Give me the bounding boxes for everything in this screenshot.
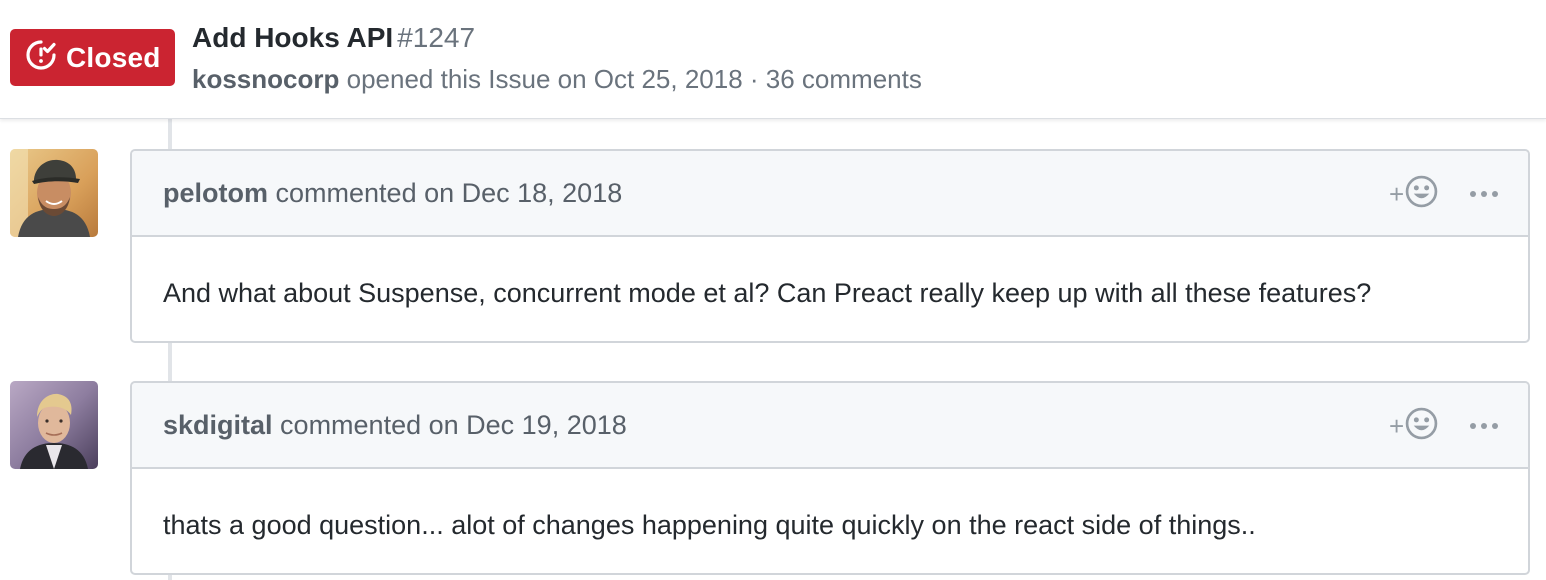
issue-meta-text: opened this Issue on Oct 25, 2018 · 36 c… <box>346 64 922 94</box>
comment-timestamp[interactable]: commented on Dec 19, 2018 <box>280 410 627 440</box>
issue-header: Closed Add Hooks API #1247 kossnocorp ope… <box>0 0 1546 119</box>
comment-author-link[interactable]: skdigital <box>163 410 273 440</box>
avatar-skdigital[interactable] <box>10 381 98 469</box>
smiley-icon <box>1405 175 1438 213</box>
comment-header: skdigital commented on Dec 19, 2018 + <box>132 383 1528 469</box>
add-reaction-button[interactable]: + <box>1389 175 1438 213</box>
plus-icon: + <box>1389 411 1405 441</box>
comment-card: skdigital commented on Dec 19, 2018 + th… <box>130 381 1530 575</box>
kebab-horizontal-icon <box>1469 185 1499 203</box>
comment-header: pelotom commented on Dec 18, 2018 + <box>132 151 1528 237</box>
comment-header-text: skdigital commented on Dec 19, 2018 <box>163 407 627 443</box>
issue-title: Add Hooks API <box>192 22 394 53</box>
issue-title-row: Add Hooks API #1247 <box>192 21 475 55</box>
smiley-icon <box>1405 407 1438 445</box>
state-label: Closed <box>66 41 161 73</box>
comment-card: pelotom commented on Dec 18, 2018 + And … <box>130 149 1530 343</box>
comment-header-text: pelotom commented on Dec 18, 2018 <box>163 175 622 211</box>
comment-body: And what about Suspense, concurrent mode… <box>163 278 1372 308</box>
comment-options-button[interactable] <box>1469 408 1503 444</box>
comment-author-link[interactable]: pelotom <box>163 178 268 208</box>
timeline-connector <box>168 118 172 150</box>
issue-author-link[interactable]: kossnocorp <box>192 64 339 94</box>
add-reaction-button[interactable]: + <box>1389 407 1438 445</box>
comment-timestamp[interactable]: commented on Dec 18, 2018 <box>276 178 623 208</box>
kebab-horizontal-icon <box>1469 417 1499 435</box>
closed-state-badge: Closed <box>10 29 175 86</box>
issue-number: #1247 <box>397 22 476 53</box>
comment-options-button[interactable] <box>1469 176 1503 212</box>
avatar-pelotom[interactable] <box>10 149 98 237</box>
timeline-connector <box>168 342 172 382</box>
comment-body: thats a good question... alot of changes… <box>163 510 1256 540</box>
plus-icon: + <box>1389 179 1405 209</box>
issue-closed-icon <box>25 39 57 76</box>
issue-meta: kossnocorp opened this Issue on Oct 25, … <box>192 62 922 96</box>
